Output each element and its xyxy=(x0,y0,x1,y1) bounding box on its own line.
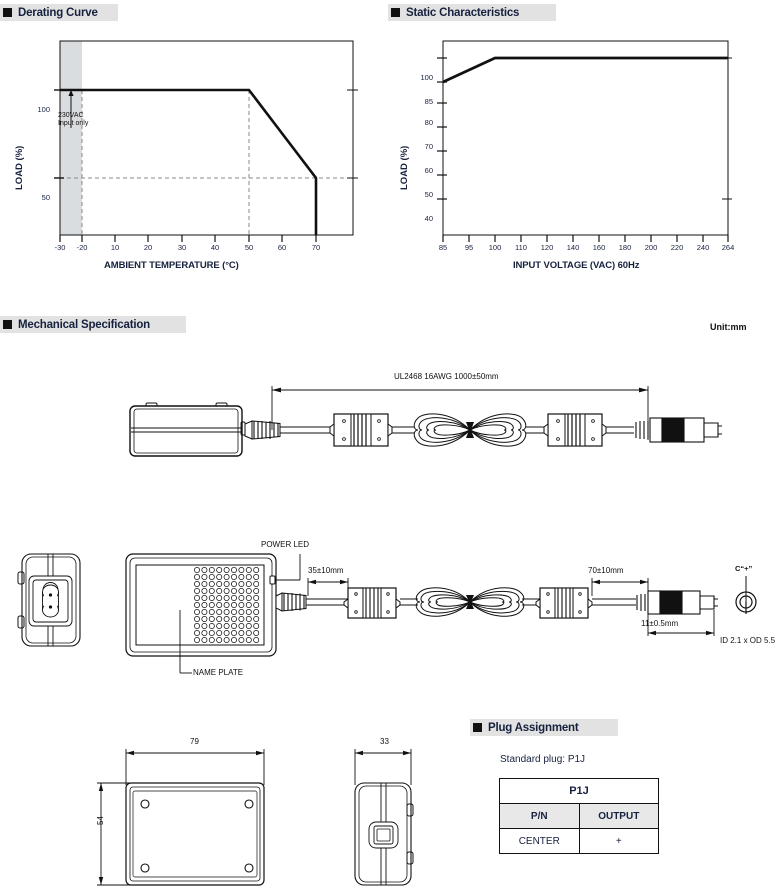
derating-y-axis-label: LOAD (%) xyxy=(14,145,25,190)
section-header-static-characteristics: Static Characteristics xyxy=(388,4,556,21)
dim-plug-barrel-label: 11±0.5mm xyxy=(641,619,679,628)
plug-table-header-output: OUTPUT xyxy=(578,803,659,829)
dim-output-cord-label: 70±10mm xyxy=(588,566,624,575)
static-xtick-4: 120 xyxy=(540,243,554,252)
name-plate-label: NAME PLATE xyxy=(193,668,244,677)
plug-table-cell-pn: CENTER xyxy=(499,828,580,854)
plug-table-title: P1J xyxy=(499,778,659,804)
section-header-derating-curve: Derating Curve xyxy=(0,4,118,21)
section-title-derating-curve: Derating Curve xyxy=(18,6,98,19)
mechanical-drawing-side-view: UL2468 16AWG 1000±50mm xyxy=(0,360,780,480)
derating-xtick-7: 60 xyxy=(277,243,287,252)
static-ytick-4: 60 xyxy=(424,166,433,175)
derating-xtick-6: 50 xyxy=(244,243,254,252)
static-xtick-8: 200 xyxy=(644,243,658,252)
derating-plot-area xyxy=(54,40,358,242)
dim-depth-label: 33 xyxy=(380,737,389,746)
unit-note: Unit:mm xyxy=(710,322,747,332)
derating-xtick-1: -20 xyxy=(76,243,88,252)
static-xtick-2: 100 xyxy=(488,243,502,252)
plug-table-header-pn: P/N xyxy=(499,803,580,829)
polarity-symbol-label: C“+” xyxy=(735,564,753,573)
dim-strain-relief-label: 35±10mm xyxy=(308,566,344,575)
plug-table-cell-output: + xyxy=(578,828,659,854)
static-ytick-3: 70 xyxy=(424,142,433,151)
static-ytick-6: 40 xyxy=(424,214,433,223)
static-xtick-10: 240 xyxy=(696,243,710,252)
static-x-axis-label: INPUT VOLTAGE (VAC) 60Hz xyxy=(513,260,640,271)
section-title-plug-assignment: Plug Assignment xyxy=(488,721,579,734)
static-ytick-2: 80 xyxy=(424,118,433,127)
derating-xtick-4: 30 xyxy=(177,243,187,252)
section-header-mechanical-specification: Mechanical Specification xyxy=(0,316,186,333)
derating-annotation-line1: 230VAC xyxy=(58,112,84,119)
static-plot-area xyxy=(437,40,732,242)
bullet-square-icon xyxy=(3,8,12,17)
power-led-label: POWER LED xyxy=(261,540,310,549)
section-header-plug-assignment: Plug Assignment xyxy=(470,719,618,736)
barrel-spec-label: ID 2.1 x OD 5.5 xyxy=(720,636,776,645)
static-xtick-7: 180 xyxy=(618,243,632,252)
table-row: P/N OUTPUT xyxy=(499,803,659,829)
derating-xtick-3: 20 xyxy=(143,243,153,252)
static-xtick-9: 220 xyxy=(670,243,684,252)
chart-static-characteristics: LOAD (%) 100 85 80 70 60 50 40 85 95 100… xyxy=(385,20,780,280)
derating-xtick-8: 70 xyxy=(311,243,321,252)
derating-ytick-1: 50 xyxy=(41,193,50,202)
static-ytick-5: 50 xyxy=(424,190,433,199)
section-title-static-characteristics: Static Characteristics xyxy=(406,6,520,19)
static-xtick-0: 85 xyxy=(438,243,448,252)
static-xtick-5: 140 xyxy=(566,243,580,252)
table-row: CENTER + xyxy=(499,828,659,854)
dim-height-label: 54 xyxy=(96,816,105,825)
bullet-square-icon xyxy=(391,8,400,17)
section-title-mechanical-specification: Mechanical Specification xyxy=(18,318,150,331)
derating-xtick-0: -30 xyxy=(54,243,66,252)
derating-ytick-0: 100 xyxy=(37,105,50,114)
mechanical-drawing-dimensions: 79 54 33 xyxy=(0,725,470,891)
standard-plug-label: Standard plug: P1J xyxy=(500,754,586,765)
plug-assignment-table: P1J P/N OUTPUT CENTER + xyxy=(499,778,659,854)
derating-x-axis-label: AMBIENT TEMPERATURE (°C) xyxy=(104,260,239,271)
static-xtick-11: 264 xyxy=(721,243,735,252)
bullet-square-icon xyxy=(3,320,12,329)
static-xtick-3: 110 xyxy=(515,243,527,252)
static-xtick-1: 95 xyxy=(464,243,474,252)
derating-xtick-2: 10 xyxy=(110,243,120,252)
static-xtick-6: 160 xyxy=(592,243,606,252)
chart-derating-curve: LOAD (%) 100 50 -30 -20 10 20 30 40 50 6… xyxy=(0,20,385,280)
cable-spec-label: UL2468 16AWG 1000±50mm xyxy=(394,372,499,381)
derating-xtick-5: 40 xyxy=(210,243,220,252)
bullet-square-icon xyxy=(473,723,482,732)
derating-annotation-line2: Input only xyxy=(58,120,89,127)
mechanical-drawing-top-view: POWER LED NAME PLATE 35±10mm 70±10mm 11±… xyxy=(0,540,780,690)
dim-width-label: 79 xyxy=(190,737,199,746)
static-ytick-1: 85 xyxy=(424,97,433,106)
static-ytick-0: 100 xyxy=(420,73,433,82)
table-row: P1J xyxy=(499,778,659,804)
